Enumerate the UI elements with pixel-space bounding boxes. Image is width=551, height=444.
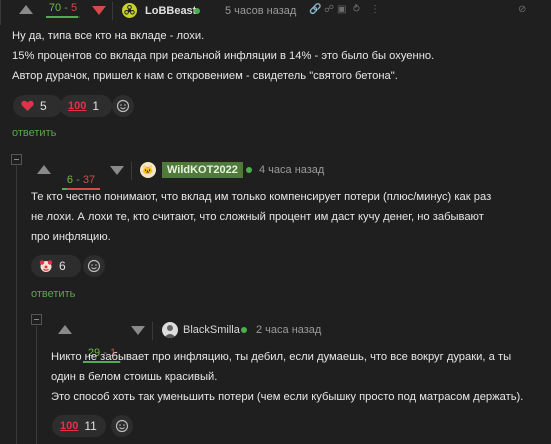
add-emoji-icon — [115, 419, 129, 433]
divider — [112, 2, 113, 20]
reaction-count: 11 — [84, 419, 97, 433]
comment-text: Ну да, типа все кто на вкладе - лохи. 15… — [12, 26, 542, 86]
username[interactable]: LoBBeast — [145, 5, 196, 17]
timestamp[interactable]: 2 часа назад — [256, 324, 321, 336]
upvote-button[interactable] — [19, 5, 33, 14]
reaction-count: 6 — [59, 259, 66, 273]
downvote-button[interactable] — [131, 326, 145, 335]
rating-bar — [46, 16, 80, 18]
score-minus: 5 — [70, 2, 78, 14]
reply-link[interactable]: ответить — [12, 127, 56, 139]
add-emoji-icon — [116, 99, 130, 113]
score-separator: - — [61, 2, 71, 14]
cat-icon: 🐱 — [142, 164, 154, 175]
add-emoji-icon — [87, 259, 101, 273]
reply-link[interactable]: ответить — [31, 288, 75, 300]
avatar[interactable] — [122, 3, 137, 18]
online-indicator — [246, 167, 252, 173]
thread-line — [16, 166, 17, 444]
text-line: Ну да, типа все кто на вкладе - лохи. — [12, 30, 205, 42]
text-line: один в белом стоишь красивый. — [51, 371, 218, 383]
text-line: Те кто честно понимают, что вклад им тол… — [31, 191, 492, 203]
rating-score: 70 - 5 — [46, 2, 80, 18]
downvote-button[interactable] — [92, 6, 106, 15]
comment-1: 70 - 5 LoBBeast 5 часов назад 🔗 ☍ ▣ ⥁ ⋮ … — [0, 0, 551, 139]
reaction-heart[interactable]: 5 — [13, 95, 62, 117]
biohazard-icon — [124, 5, 135, 15]
text-line: Это способ хоть так уменьшить потери (че… — [51, 391, 524, 403]
collapse-thread-button[interactable] — [31, 314, 42, 325]
reaction-count: 5 — [40, 99, 47, 113]
heart-icon — [21, 100, 34, 111]
thread-line — [0, 0, 1, 25]
hide-icon[interactable]: ⊘ — [518, 4, 526, 15]
more-icon[interactable]: ⋮ — [370, 4, 380, 15]
upvote-button[interactable] — [37, 165, 51, 174]
text-line: не лохи. А лохи те, кто считают, что сло… — [31, 211, 484, 223]
rating-score: 6 - 37 — [62, 174, 100, 190]
hundred-icon: 100 — [60, 420, 79, 432]
thread-line — [36, 326, 37, 444]
text-line: 15% процентов со вклада при реальной инф… — [12, 50, 435, 62]
comment-text: Те кто честно понимают, что вклад им тол… — [31, 187, 546, 247]
clown-icon — [39, 260, 53, 272]
reaction-count: 1 — [92, 99, 100, 113]
timestamp[interactable]: 5 часов назад — [225, 5, 296, 17]
reaction-hundred[interactable]: 100 11 — [52, 415, 106, 437]
user-avatar-icon — [164, 325, 176, 338]
score-minus: 37 — [82, 174, 96, 186]
timestamp[interactable]: 4 часа назад — [259, 164, 324, 176]
score-plus: 70 — [48, 2, 62, 14]
divider — [131, 162, 132, 180]
upvote-button[interactable] — [58, 325, 72, 334]
text-line: Никто не забывает про инфляцию, ты дебил… — [51, 351, 512, 363]
username[interactable]: BlackSmilla — [183, 324, 240, 336]
reaction-clown[interactable]: 6 — [31, 255, 81, 277]
hundred-icon: 100 — [68, 100, 87, 112]
add-reaction-button[interactable] — [111, 415, 133, 437]
username[interactable]: WildKOT2022 — [162, 162, 243, 178]
avatar[interactable] — [162, 322, 178, 338]
add-reaction-button[interactable] — [83, 255, 105, 277]
online-indicator — [194, 8, 200, 14]
text-line: Автор дурачок, пришел к нам с откровение… — [12, 70, 398, 82]
add-reaction-button[interactable] — [112, 95, 134, 117]
reaction-hundred[interactable]: 100 1 — [60, 95, 112, 117]
share-icon[interactable]: ⥁ — [353, 4, 360, 15]
collapse-thread-button[interactable] — [11, 154, 22, 165]
link-alt-icon[interactable]: ☍ — [324, 4, 334, 15]
save-icon[interactable]: ▣ — [337, 4, 346, 15]
online-indicator — [241, 327, 247, 333]
comment-text: Никто не забывает про инфляцию, ты дебил… — [51, 347, 546, 407]
avatar[interactable]: 🐱 — [140, 162, 156, 178]
downvote-button[interactable] — [110, 166, 124, 175]
divider — [152, 322, 153, 340]
link-icon[interactable]: 🔗 — [309, 4, 321, 15]
score-separator: - — [73, 174, 83, 186]
text-line: про инфляцию. — [31, 231, 111, 243]
